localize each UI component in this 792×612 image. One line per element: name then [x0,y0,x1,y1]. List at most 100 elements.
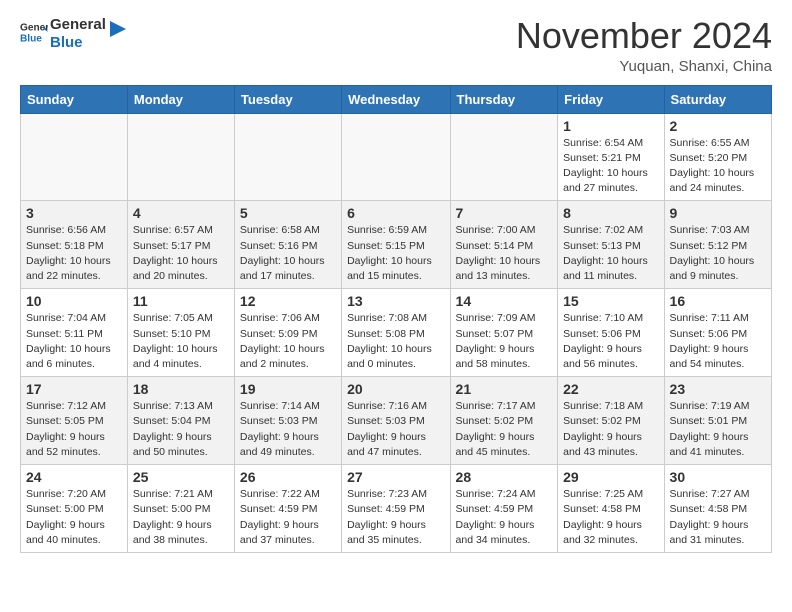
weekday-header-wednesday: Wednesday [342,85,450,113]
day-number: 9 [670,205,766,221]
location: Yuquan, Shanxi, China [516,58,772,75]
day-cell: 15 Sunrise: 7:10 AMSunset: 5:06 PMDayligh… [558,289,664,377]
day-cell: 17 Sunrise: 7:12 AMSunset: 5:05 PMDayligh… [21,377,128,465]
day-number: 5 [240,205,336,221]
day-cell: 2Sunrise: 6:55 AMSunset: 5:20 PMDaylight… [664,113,771,201]
day-number: 7 [456,205,553,221]
month-title: November 2024 [516,16,772,56]
day-cell: 3 Sunrise: 6:56 AMSunset: 5:18 PMDaylight… [21,201,128,289]
week-row-4: 17 Sunrise: 7:12 AMSunset: 5:05 PMDayligh… [21,377,772,465]
logo-general-text: General [50,16,106,33]
day-cell: 19 Sunrise: 7:14 AMSunset: 5:03 PMDayligh… [234,377,341,465]
weekday-header-row: SundayMondayTuesdayWednesdayThursdayFrid… [21,85,772,113]
day-cell [450,113,558,201]
day-cell: 22 Sunrise: 7:18 AMSunset: 5:02 PMDayligh… [558,377,664,465]
day-info: Sunrise: 7:16 AMSunset: 5:03 PMDaylight:… [347,399,444,460]
day-number: 24 [26,469,122,485]
day-cell: 23 Sunrise: 7:19 AMSunset: 5:01 PMDayligh… [664,377,771,465]
day-info: Sunrise: 7:17 AMSunset: 5:02 PMDaylight:… [456,399,553,460]
day-cell: 21 Sunrise: 7:17 AMSunset: 5:02 PMDayligh… [450,377,558,465]
day-number: 4 [133,205,229,221]
day-info: Sunrise: 7:12 AMSunset: 5:05 PMDaylight:… [26,399,122,460]
day-cell [342,113,450,201]
day-number: 29 [563,469,658,485]
day-cell: 18Sunrise: 7:13 AMSunset: 5:04 PMDayligh… [127,377,234,465]
day-cell: 16 Sunrise: 7:11 AMSunset: 5:06 PMDayligh… [664,289,771,377]
day-info: Sunrise: 7:14 AMSunset: 5:03 PMDaylight:… [240,399,336,460]
day-number: 30 [670,469,766,485]
week-row-5: 24 Sunrise: 7:20 AMSunset: 5:00 PMDayligh… [21,465,772,553]
day-info: Sunrise: 6:55 AMSunset: 5:20 PMDaylight:… [670,136,766,197]
day-cell: 11Sunrise: 7:05 AMSunset: 5:10 PMDayligh… [127,289,234,377]
day-number: 11 [133,293,229,309]
logo-arrow-icon [110,15,126,43]
day-number: 16 [670,293,766,309]
day-cell: 26 Sunrise: 7:22 AMSunset: 4:59 PMDayligh… [234,465,341,553]
day-cell: 14 Sunrise: 7:09 AMSunset: 5:07 PMDayligh… [450,289,558,377]
weekday-header-friday: Friday [558,85,664,113]
day-info: Sunrise: 7:11 AMSunset: 5:06 PMDaylight:… [670,311,766,372]
day-info: Sunrise: 7:20 AMSunset: 5:00 PMDaylight:… [26,487,122,548]
day-info: Sunrise: 7:00 AMSunset: 5:14 PMDaylight:… [456,223,553,284]
day-cell: 8 Sunrise: 7:02 AMSunset: 5:13 PMDaylight… [558,201,664,289]
day-info: Sunrise: 7:04 AMSunset: 5:11 PMDaylight:… [26,311,122,372]
day-number: 10 [26,293,122,309]
day-info: Sunrise: 7:18 AMSunset: 5:02 PMDaylight:… [563,399,658,460]
day-number: 15 [563,293,658,309]
day-cell: 29 Sunrise: 7:25 AMSunset: 4:58 PMDayligh… [558,465,664,553]
day-cell: 1Sunrise: 6:54 AMSunset: 5:21 PMDaylight… [558,113,664,201]
weekday-header-saturday: Saturday [664,85,771,113]
day-number: 20 [347,381,444,397]
day-number: 22 [563,381,658,397]
day-info: Sunrise: 7:02 AMSunset: 5:13 PMDaylight:… [563,223,658,284]
calendar-table: SundayMondayTuesdayWednesdayThursdayFrid… [20,85,772,553]
day-number: 25 [133,469,229,485]
day-number: 14 [456,293,553,309]
day-info: Sunrise: 6:59 AMSunset: 5:15 PMDaylight:… [347,223,444,284]
weekday-header-sunday: Sunday [21,85,128,113]
day-number: 21 [456,381,553,397]
day-cell [21,113,128,201]
day-info: Sunrise: 7:06 AMSunset: 5:09 PMDaylight:… [240,311,336,372]
day-cell: 5 Sunrise: 6:58 AMSunset: 5:16 PMDaylight… [234,201,341,289]
day-number: 19 [240,381,336,397]
day-number: 28 [456,469,553,485]
day-number: 26 [240,469,336,485]
day-info: Sunrise: 6:54 AMSunset: 5:21 PMDaylight:… [563,136,658,197]
day-info: Sunrise: 6:58 AMSunset: 5:16 PMDaylight:… [240,223,336,284]
day-info: Sunrise: 7:21 AMSunset: 5:00 PMDaylight:… [133,487,229,548]
day-number: 3 [26,205,122,221]
calendar-page: General Blue General Blue November 2024 … [0,0,792,569]
day-info: Sunrise: 7:25 AMSunset: 4:58 PMDaylight:… [563,487,658,548]
day-info: Sunrise: 7:08 AMSunset: 5:08 PMDaylight:… [347,311,444,372]
day-cell: 30Sunrise: 7:27 AMSunset: 4:58 PMDayligh… [664,465,771,553]
day-info: Sunrise: 7:24 AMSunset: 4:59 PMDaylight:… [456,487,553,548]
day-cell: 10 Sunrise: 7:04 AMSunset: 5:11 PMDayligh… [21,289,128,377]
day-info: Sunrise: 7:13 AMSunset: 5:04 PMDaylight:… [133,399,229,460]
day-number: 8 [563,205,658,221]
day-cell: 13 Sunrise: 7:08 AMSunset: 5:08 PMDayligh… [342,289,450,377]
day-number: 17 [26,381,122,397]
day-cell [127,113,234,201]
title-block: November 2024 Yuquan, Shanxi, China [516,16,772,75]
week-row-3: 10 Sunrise: 7:04 AMSunset: 5:11 PMDayligh… [21,289,772,377]
day-info: Sunrise: 6:56 AMSunset: 5:18 PMDaylight:… [26,223,122,284]
day-number: 23 [670,381,766,397]
day-cell: 7 Sunrise: 7:00 AMSunset: 5:14 PMDaylight… [450,201,558,289]
day-cell: 24 Sunrise: 7:20 AMSunset: 5:00 PMDayligh… [21,465,128,553]
day-info: Sunrise: 7:03 AMSunset: 5:12 PMDaylight:… [670,223,766,284]
day-cell: 12Sunrise: 7:06 AMSunset: 5:09 PMDayligh… [234,289,341,377]
week-row-1: 1Sunrise: 6:54 AMSunset: 5:21 PMDaylight… [21,113,772,201]
day-cell: 9 Sunrise: 7:03 AMSunset: 5:12 PMDaylight… [664,201,771,289]
weekday-header-monday: Monday [127,85,234,113]
header: General Blue General Blue November 2024 … [20,16,772,75]
day-info: Sunrise: 7:19 AMSunset: 5:01 PMDaylight:… [670,399,766,460]
weekday-header-thursday: Thursday [450,85,558,113]
day-number: 27 [347,469,444,485]
day-info: Sunrise: 7:10 AMSunset: 5:06 PMDaylight:… [563,311,658,372]
day-info: Sunrise: 7:09 AMSunset: 5:07 PMDaylight:… [456,311,553,372]
day-cell: 6Sunrise: 6:59 AMSunset: 5:15 PMDaylight… [342,201,450,289]
day-info: Sunrise: 7:22 AMSunset: 4:59 PMDaylight:… [240,487,336,548]
week-row-2: 3 Sunrise: 6:56 AMSunset: 5:18 PMDaylight… [21,201,772,289]
day-number: 13 [347,293,444,309]
